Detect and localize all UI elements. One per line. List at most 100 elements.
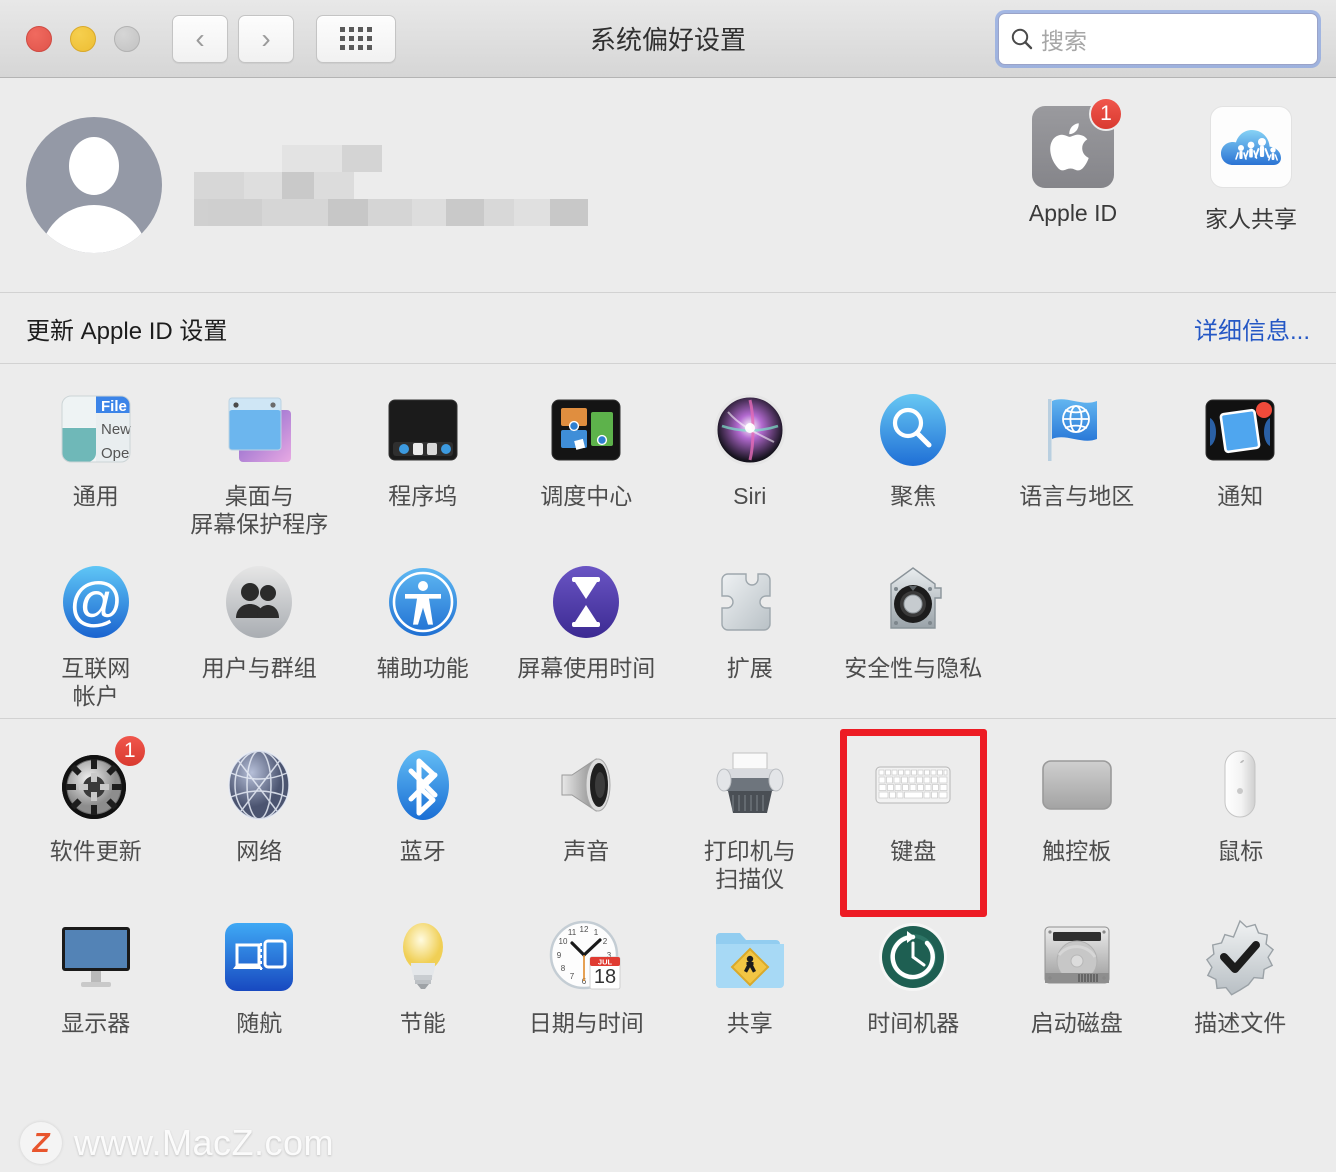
general-icon: File New Ope [54,388,138,472]
pref-item-bluetooth[interactable]: 蓝牙 [341,729,505,901]
pref-item-spotlight[interactable]: 聚焦 [832,374,996,546]
pref-item-sharing[interactable]: 共享 [668,901,832,1045]
svg-text:8: 8 [561,964,566,973]
pref-label: 共享 [726,1010,773,1037]
chevron-left-icon: ‹ [195,22,205,54]
watermark: Z www.MacZ.com [20,1122,334,1164]
avatar-body [40,205,148,253]
date-time-icon: 1212 345 678 91011 JUL 18 [544,915,628,999]
window-titlebar: ‹ › 系统偏好设置 搜索 [0,0,1336,78]
pref-item-energy-saver[interactable]: 节能 [341,901,505,1045]
account-side-tiles: 1 Apple ID 家人共享 [1012,97,1312,234]
show-all-button[interactable] [316,14,396,63]
search-input[interactable]: 搜索 [998,13,1318,65]
search-icon [1011,28,1033,50]
pref-item-startup-disk[interactable]: 启动磁盘 [995,901,1159,1045]
pref-item-extensions[interactable]: 扩展 [668,546,832,718]
pref-item-language-region[interactable]: 语言与地区 [995,374,1159,546]
pref-item-mouse[interactable]: 鼠标 [1159,729,1323,901]
pref-item-notifications[interactable]: 通知 [1159,374,1323,546]
pref-item-accessibility[interactable]: 辅助功能 [341,546,505,718]
pref-label: 辅助功能 [376,655,469,682]
pref-item-profiles[interactable]: 描述文件 [1159,901,1323,1045]
pref-item-keyboard[interactable]: 键盘 [832,729,996,918]
pref-item-users-groups[interactable]: 用户与群组 [178,546,342,718]
pref-label: 桌面与 屏幕保护程序 [190,483,329,538]
pref-item-mission-control[interactable]: 调度中心 [505,374,669,546]
pref-label: 触控板 [1042,838,1112,865]
pref-label: 扩展 [726,655,773,682]
family-sharing-iconbox [1210,106,1292,188]
zoom-button[interactable] [114,25,140,52]
screen-time-icon [544,560,628,644]
minimize-button[interactable] [70,25,96,52]
printers-scanners-icon [708,743,792,827]
pref-label: 时间机器 [867,1010,960,1037]
pref-label: 启动磁盘 [1030,1010,1123,1037]
pref-label: 显示器 [61,1010,131,1037]
back-button[interactable]: ‹ [172,14,228,63]
avatar[interactable] [26,117,162,253]
pref-item-security-privacy[interactable]: 安全性与隐私 [832,546,996,718]
pref-item-general[interactable]: File New Ope 通用 [14,374,178,546]
pref-label: 键盘 [890,838,937,865]
pref-label: 通知 [1217,483,1264,509]
trackpad-icon [1035,743,1119,827]
pref-label: 软件更新 [49,838,142,865]
pref-label: 随航 [236,1010,283,1037]
security-privacy-icon [871,560,955,644]
close-button[interactable] [26,25,52,52]
account-name-redacted [194,144,588,226]
pref-item-sound[interactable]: 声音 [505,729,669,901]
pref-label: 安全性与隐私 [844,655,983,682]
forward-button[interactable]: › [238,14,294,63]
pref-item-trackpad[interactable]: 触控板 [995,729,1159,901]
pref-item-internet-accounts[interactable]: @ 互联网 帐户 [14,546,178,718]
mouse-icon [1198,743,1282,827]
pref-item-sidecar[interactable]: 随航 [178,901,342,1045]
extensions-puzzle-icon [708,560,792,644]
svg-text:File: File [101,398,127,415]
pref-item-printers-scanners[interactable]: 打印机与 扫描仪 [668,729,832,901]
svg-text:7: 7 [570,972,575,981]
preferences-row-2: @ 互联网 帐户 用户与群组 辅助功能 屏幕使用时间 扩展 安全性与隐私 [0,546,1336,718]
pref-item-network[interactable]: 网络 [178,729,342,901]
pref-item-dock[interactable]: 程序坞 [341,374,505,546]
pref-item-software-update[interactable]: 1 软件更新 [14,729,178,901]
search-field-wrapper[interactable]: 搜索 [998,13,1318,65]
pref-item-siri[interactable]: Siri [668,374,832,546]
pref-item-screen-time[interactable]: 屏幕使用时间 [505,546,669,718]
svg-text:@: @ [68,572,123,632]
svg-text:9: 9 [557,951,562,960]
svg-text:2: 2 [603,937,608,946]
family-sharing-tile[interactable]: 家人共享 [1190,106,1312,234]
svg-text:18: 18 [594,966,616,988]
apple-id-tile[interactable]: 1 Apple ID [1012,97,1134,234]
pref-label: 程序坞 [388,483,458,509]
software-update-badge: 1 [112,734,147,769]
language-region-icon [1035,388,1119,472]
navigation-buttons: ‹ › [172,14,294,63]
pref-item-desktop-screensaver[interactable]: 桌面与 屏幕保护程序 [178,374,342,546]
pref-label: 屏幕使用时间 [517,655,656,682]
svg-text:10: 10 [559,937,568,946]
pref-label: 互联网 帐户 [61,655,131,710]
network-globe-icon [217,743,301,827]
preferences-row-4: 显示器 随航 节能 12 1 2 3 6 7 8 9 10 11 JUL 18 … [0,901,1336,1045]
displays-icon [54,915,138,999]
pref-item-time-machine[interactable]: 时间机器 [832,901,996,1045]
pref-item-empty-1 [995,546,1159,718]
update-details-link[interactable]: 详细信息... [1194,311,1310,346]
pref-item-date-time[interactable]: 1212 345 678 91011 JUL 18 日期 [505,901,669,1045]
sharing-folder-icon [708,915,792,999]
avatar-head [69,137,119,195]
pref-label: 聚焦 [890,483,937,509]
update-message: 更新 Apple ID 设置 [26,317,228,345]
pref-label: 语言与地区 [1019,483,1135,509]
pref-item-displays[interactable]: 显示器 [14,901,178,1045]
bluetooth-icon [381,743,465,827]
internet-accounts-icon: @ [54,560,138,644]
preferences-row-3: 1 软件更新 网络 蓝牙 声音 打印机与 扫描仪 键盘 触控板 鼠标 [0,729,1336,918]
profiles-icon [1198,915,1282,999]
apple-id-account-banner: 1 Apple ID 家人共享 [0,78,1336,292]
